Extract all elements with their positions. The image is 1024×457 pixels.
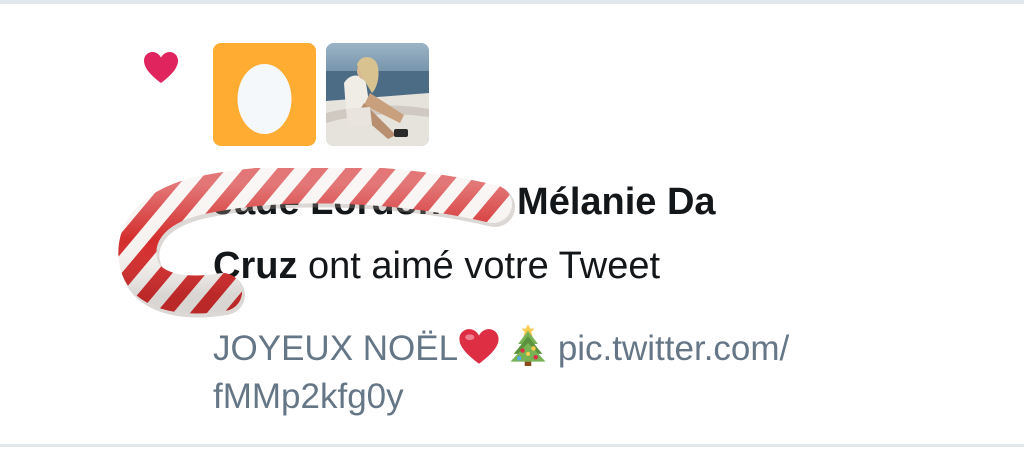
user2-name-link-part1[interactable]: Mélanie Da	[517, 181, 716, 223]
user-photo-avatar[interactable]	[326, 43, 429, 146]
christmas-tree-icon	[510, 324, 546, 366]
heart-icon	[144, 52, 178, 83]
next-item-edge	[0, 447, 1024, 457]
egg-icon	[237, 64, 292, 134]
tweet-body: JOYEUX NOËL	[213, 329, 459, 368]
candy-cane-sticker	[118, 168, 515, 318]
tweet-media-link-part1[interactable]: pic.twitter.com/	[558, 329, 789, 368]
default-egg-avatar[interactable]	[213, 43, 316, 146]
red-heart-icon	[459, 329, 499, 364]
profile-photo-image	[326, 43, 429, 146]
tweet-media-link-part2[interactable]: fMMp2kfg0y	[213, 377, 404, 416]
top-divider	[0, 0, 1024, 4]
tweet-preview[interactable]: JOYEUX NOËL pic.twitter.com/fMMp2kfg0y	[213, 322, 933, 421]
